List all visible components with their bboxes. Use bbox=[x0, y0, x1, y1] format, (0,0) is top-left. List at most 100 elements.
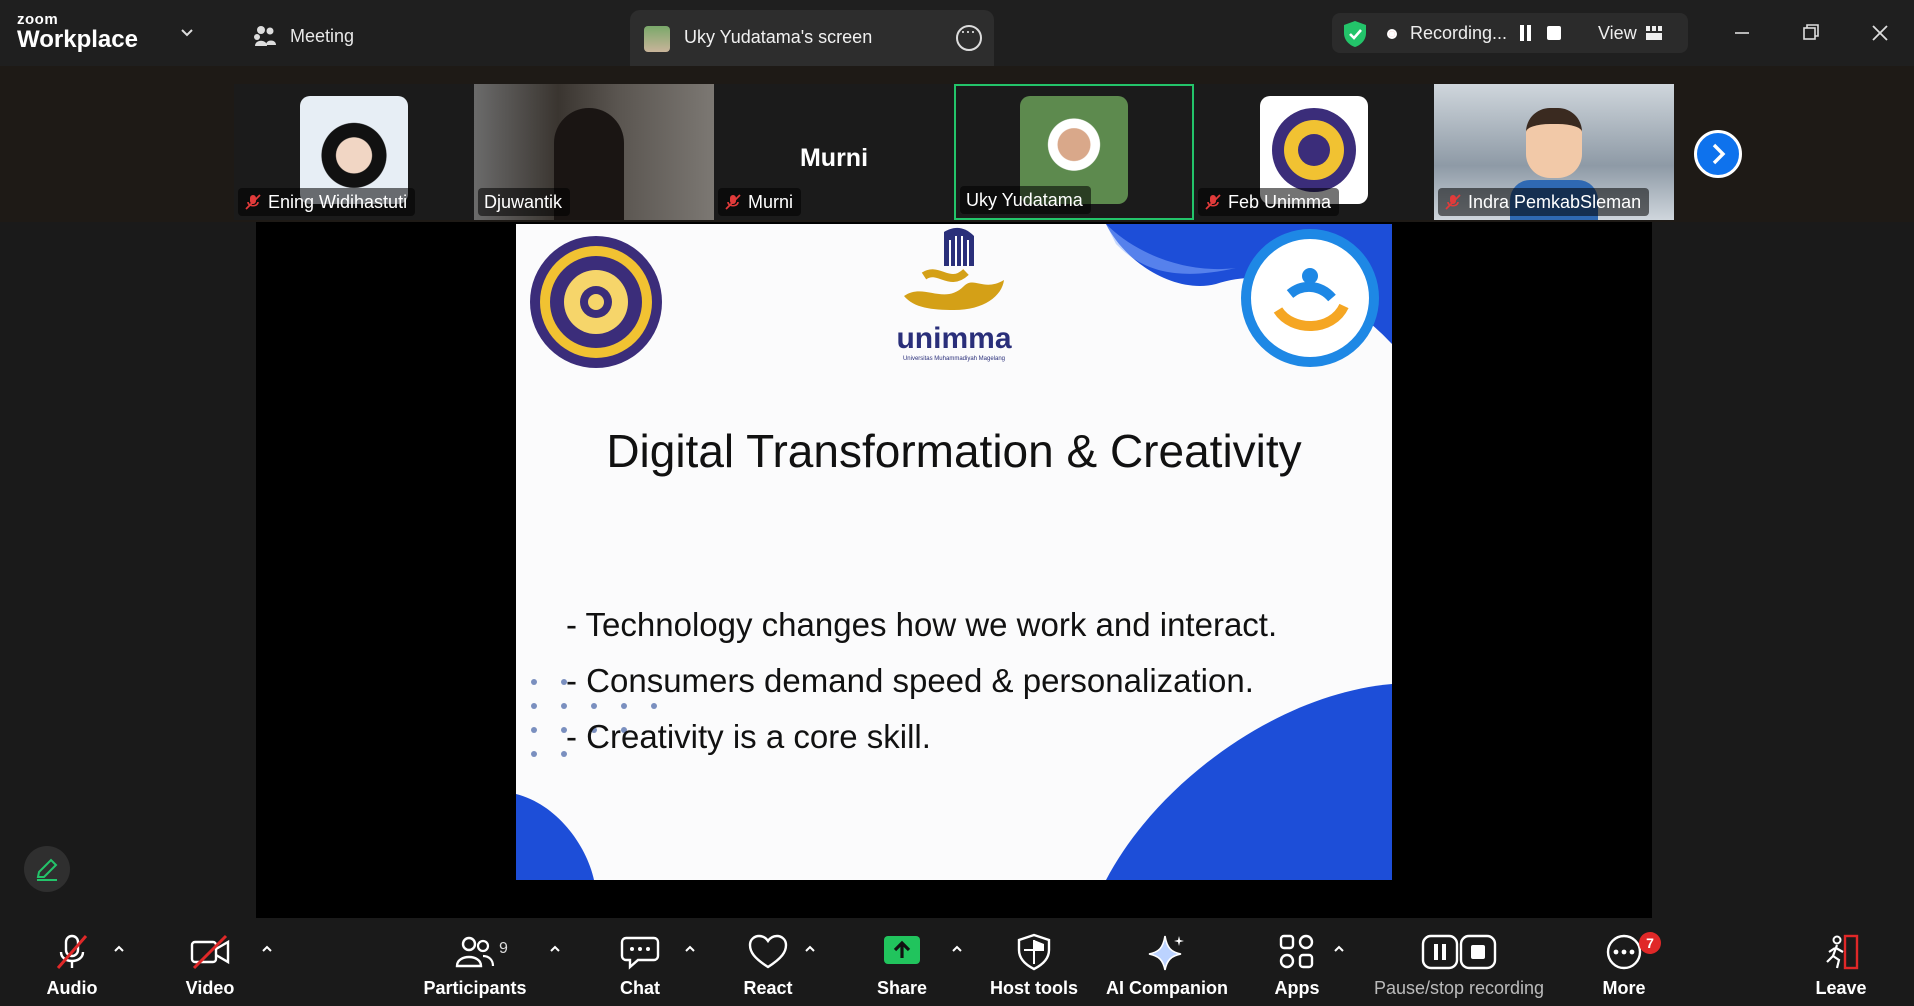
participant-tile-active[interactable]: Uky Yudatama bbox=[954, 84, 1194, 220]
participant-name: Feb Unimma bbox=[1228, 191, 1332, 212]
participant-avatar bbox=[1526, 108, 1582, 178]
chat-icon bbox=[620, 936, 660, 970]
annotate-button[interactable] bbox=[24, 846, 70, 892]
participant-name: Ening Widihastuti bbox=[268, 191, 408, 212]
participants-button[interactable]: Participants bbox=[420, 918, 530, 1006]
recording-label: Recording... bbox=[1410, 23, 1508, 43]
apps-icon bbox=[1279, 934, 1314, 969]
title-bar: zoom Workplace Meeting Uky Yudatama's sc… bbox=[0, 0, 1914, 66]
screen-share-tab[interactable]: Uky Yudatama's screen bbox=[630, 10, 994, 66]
chevron-up-icon[interactable] bbox=[548, 942, 562, 956]
mic-muted-icon bbox=[1205, 194, 1221, 210]
participant-name-badge: Djuwantik bbox=[478, 188, 571, 216]
share-screen-icon bbox=[884, 936, 920, 964]
ai-companion-label: AI Companion bbox=[1106, 978, 1228, 998]
meeting-toolbar: Audio Video Participants 9 Chat React Sh… bbox=[0, 918, 1914, 1006]
stop-recording-icon[interactable] bbox=[1547, 26, 1561, 40]
notification-badge: 7 bbox=[1639, 932, 1661, 954]
unimma-emblem-icon bbox=[904, 227, 1004, 310]
share-label: Share bbox=[876, 978, 928, 998]
audio-button[interactable]: Audio bbox=[32, 918, 112, 1006]
chevron-up-icon[interactable] bbox=[950, 942, 964, 956]
slide-bullet: - Consumers demand speed & personalizati… bbox=[566, 662, 1254, 699]
share-button[interactable]: Share bbox=[862, 918, 942, 1006]
encryption-shield-icon[interactable] bbox=[1342, 20, 1368, 48]
unimma-logo: unimma Universitas Muhammadiyah Magelang bbox=[884, 226, 1024, 362]
chevron-up-icon[interactable] bbox=[803, 942, 817, 956]
mic-muted-icon bbox=[245, 194, 261, 210]
brand-top: zoom bbox=[17, 11, 59, 28]
leave-label: Leave bbox=[1815, 978, 1867, 998]
meeting-icon bbox=[254, 26, 276, 46]
audio-label: Audio bbox=[46, 978, 98, 998]
mic-muted-icon bbox=[1445, 194, 1461, 210]
participants-icon bbox=[455, 936, 495, 968]
ai-companion-button[interactable]: AI Companion bbox=[1102, 918, 1232, 1006]
host-tools-label: Host tools bbox=[990, 978, 1078, 998]
heart-icon bbox=[748, 934, 788, 969]
mic-muted-icon bbox=[56, 934, 88, 969]
pause-stop-icon bbox=[1421, 934, 1497, 970]
leave-button[interactable]: Leave bbox=[1801, 918, 1881, 1006]
video-off-icon bbox=[190, 934, 230, 970]
participant-name-badge: Uky Yudatama bbox=[960, 186, 1091, 214]
pause-recording-icon[interactable] bbox=[1520, 25, 1524, 41]
app-logo[interactable]: zoom Workplace bbox=[17, 12, 138, 52]
participant-tile[interactable]: Feb Unimma bbox=[1194, 84, 1434, 220]
chevron-up-icon[interactable] bbox=[260, 942, 274, 956]
participant-name-badge: Ening Widihastuti bbox=[238, 188, 416, 216]
meeting-label: Meeting bbox=[290, 25, 355, 46]
participant-name: Uky Yudatama bbox=[966, 189, 1083, 210]
more-options-icon[interactable] bbox=[956, 21, 982, 51]
video-label: Video bbox=[185, 978, 235, 998]
participant-name-badge: Feb Unimma bbox=[1198, 188, 1340, 216]
participant-name: Djuwantik bbox=[484, 191, 563, 212]
minimize-icon[interactable] bbox=[1727, 18, 1757, 48]
grid-view-icon[interactable] bbox=[1646, 26, 1662, 40]
participant-display-name: Murni bbox=[799, 144, 869, 172]
slide-title: Digital Transformation & Creativity bbox=[606, 425, 1302, 477]
react-button[interactable]: React bbox=[728, 918, 808, 1006]
chat-label: Chat bbox=[620, 978, 660, 998]
apps-button[interactable]: Apps bbox=[1257, 918, 1337, 1006]
pencil-icon bbox=[36, 858, 58, 881]
close-icon[interactable] bbox=[1865, 18, 1895, 48]
chat-button[interactable]: Chat bbox=[600, 918, 680, 1006]
video-button[interactable]: Video bbox=[170, 918, 250, 1006]
diktisaintek-logo bbox=[1241, 229, 1379, 367]
university-seal-logo bbox=[530, 236, 662, 368]
presenter-avatar bbox=[644, 26, 670, 52]
recording-status: Recording... View bbox=[1332, 13, 1688, 53]
video-gallery: Ening Widihastuti Djuwantik Murni Murni … bbox=[0, 66, 1914, 222]
participant-tile[interactable]: Djuwantik bbox=[474, 84, 714, 220]
slide-bullet: - Creativity is a core skill. bbox=[566, 718, 931, 755]
chevron-down-icon[interactable] bbox=[178, 24, 196, 42]
slide-bullet: - Technology changes how we work and int… bbox=[566, 606, 1278, 643]
more-label: More bbox=[1602, 978, 1646, 998]
presentation-slide: unimma Universitas Muhammadiyah Magelang… bbox=[516, 224, 1392, 880]
meeting-tab[interactable]: Meeting bbox=[252, 22, 354, 50]
shield-icon bbox=[1017, 933, 1051, 971]
participant-tile[interactable]: Indra PemkabSleman bbox=[1434, 84, 1674, 220]
recording-dot-icon bbox=[1387, 29, 1397, 39]
view-button[interactable]: View bbox=[1598, 23, 1637, 44]
participant-name-badge: Indra PemkabSleman bbox=[1438, 188, 1650, 216]
restore-icon[interactable] bbox=[1796, 18, 1826, 48]
chevron-up-icon[interactable] bbox=[112, 942, 126, 956]
chevron-up-icon[interactable] bbox=[683, 942, 697, 956]
host-tools-button[interactable]: Host tools bbox=[984, 918, 1084, 1006]
participants-count: 9 bbox=[499, 940, 508, 957]
participant-name-badge: Murni bbox=[718, 188, 802, 216]
chevron-up-icon[interactable] bbox=[1332, 942, 1346, 956]
chevron-right-icon bbox=[1712, 143, 1726, 165]
gallery-next-button[interactable] bbox=[1694, 130, 1742, 178]
unimma-wordmark: unimma bbox=[896, 322, 1012, 355]
pause-stop-recording-button[interactable]: Pause/stop recording bbox=[1364, 918, 1554, 1006]
leave-icon bbox=[1826, 934, 1859, 970]
participant-name: Indra PemkabSleman bbox=[1468, 191, 1642, 212]
apps-label: Apps bbox=[1274, 978, 1320, 998]
participant-tile[interactable]: Ening Widihastuti bbox=[234, 84, 474, 220]
participant-name: Murni bbox=[748, 191, 794, 212]
participant-tile[interactable]: Murni Murni bbox=[714, 84, 954, 220]
screen-tab-label: Uky Yudatama's screen bbox=[684, 27, 873, 47]
